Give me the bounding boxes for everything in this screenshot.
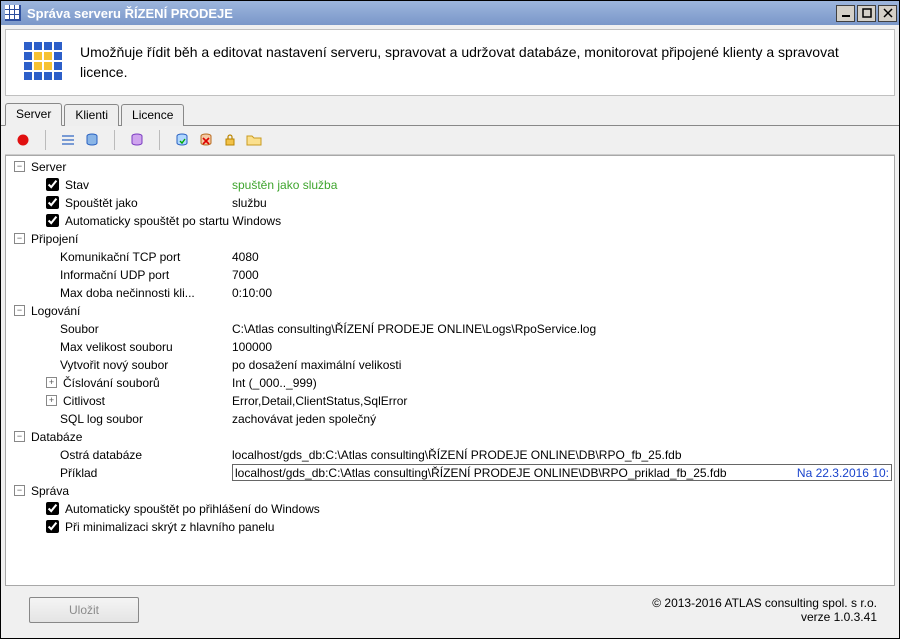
tab-klienti[interactable]: Klienti xyxy=(64,104,119,126)
prop-idle-time[interactable]: Max doba nečinnosti kli... 0:10:00 xyxy=(6,284,894,302)
collapse-icon[interactable]: − xyxy=(14,485,25,496)
collapse-icon[interactable]: − xyxy=(14,161,25,172)
group-sprava: − Správa xyxy=(6,482,894,500)
prop-soubor[interactable]: Soubor C:\Atlas consulting\ŘÍZENÍ PRODEJ… xyxy=(6,320,894,338)
titlebar: Správa serveru ŘÍZENÍ PRODEJE xyxy=(1,1,899,25)
property-grid: − Server Stav spuštěn jako služba Spoušt… xyxy=(5,155,895,586)
save-button[interactable]: Uložit xyxy=(29,597,139,623)
prop-priklad-db[interactable]: Příklad localhost/gds_db:C:\Atlas consul… xyxy=(6,464,894,482)
minimize-hide-checkbox[interactable] xyxy=(46,520,59,533)
prop-tcp-port[interactable]: Komunikační TCP port 4080 xyxy=(6,248,894,266)
collapse-icon[interactable]: − xyxy=(14,305,25,316)
version: verze 1.0.3.41 xyxy=(652,610,877,624)
prop-sql-log[interactable]: SQL log soubor zachovávat jeden společný xyxy=(6,410,894,428)
autostart-login-checkbox[interactable] xyxy=(46,502,59,515)
list-icon[interactable] xyxy=(58,130,78,150)
prop-stav[interactable]: Stav spuštěn jako služba xyxy=(6,176,894,194)
collapse-icon[interactable]: − xyxy=(14,431,25,442)
collapse-icon[interactable]: − xyxy=(14,233,25,244)
tab-bar: Server Klienti Licence xyxy=(1,102,899,126)
footer: Uložit © 2013-2016 ATLAS consulting spol… xyxy=(5,586,895,634)
copyright: © 2013-2016 ATLAS consulting spol. s r.o… xyxy=(652,596,877,610)
prop-citlivost[interactable]: + Citlivost Error,Detail,ClientStatus,Sq… xyxy=(6,392,894,410)
folder-icon[interactable] xyxy=(244,130,264,150)
group-logovani: − Logování xyxy=(6,302,894,320)
prop-minimize-hide[interactable]: Při minimalizaci skrýt z hlavního panelu xyxy=(6,518,894,536)
app-window: Správa serveru ŘÍZENÍ PRODEJE Umožňuje ř… xyxy=(0,0,900,639)
content-area: − Server Stav spuštěn jako služba Spoušt… xyxy=(5,126,895,634)
prop-ostra-db[interactable]: Ostrá databáze localhost/gds_db:C:\Atlas… xyxy=(6,446,894,464)
selected-value-cell[interactable]: localhost/gds_db:C:\Atlas consulting\ŘÍZ… xyxy=(232,464,892,481)
database-settings-icon[interactable] xyxy=(127,130,147,150)
stav-checkbox[interactable] xyxy=(46,178,59,191)
prop-autostart-login[interactable]: Automaticky spouštět po přihlášení do Wi… xyxy=(6,500,894,518)
database-backup-icon[interactable] xyxy=(172,130,192,150)
prop-novy-soubor[interactable]: Vytvořit nový soubor po dosažení maximál… xyxy=(6,356,894,374)
record-icon[interactable] xyxy=(13,130,33,150)
info-header: Umožňuje řídit běh a editovat nastavení … xyxy=(5,29,895,96)
group-pripojeni: − Připojení xyxy=(6,230,894,248)
toolbar xyxy=(5,126,895,155)
prop-max-velikost[interactable]: Max velikost souboru 100000 xyxy=(6,338,894,356)
database-lock-icon[interactable] xyxy=(220,130,240,150)
spoustet-checkbox[interactable] xyxy=(46,196,59,209)
tab-server[interactable]: Server xyxy=(5,103,62,126)
minimize-button[interactable] xyxy=(836,5,855,22)
prop-spoustet-jako[interactable]: Spouštět jako službu xyxy=(6,194,894,212)
database-icon[interactable] xyxy=(82,130,102,150)
database-delete-icon[interactable] xyxy=(196,130,216,150)
info-description: Umožňuje řídit běh a editovat nastavení … xyxy=(80,42,876,83)
prop-autostart[interactable]: Automaticky spouštět po startu Windows xyxy=(6,212,894,230)
prop-cislovani[interactable]: + Číslování souborů Int (_000.._999) xyxy=(6,374,894,392)
autostart-checkbox[interactable] xyxy=(46,214,59,227)
expand-icon[interactable]: + xyxy=(46,377,57,388)
close-button[interactable] xyxy=(878,5,897,22)
server-admin-icon xyxy=(24,42,62,80)
group-server: − Server xyxy=(6,158,894,176)
app-icon xyxy=(5,5,21,21)
tab-licence[interactable]: Licence xyxy=(121,104,184,126)
window-title: Správa serveru ŘÍZENÍ PRODEJE xyxy=(27,6,834,21)
maximize-button[interactable] xyxy=(857,5,876,22)
group-databaze: − Databáze xyxy=(6,428,894,446)
prop-udp-port[interactable]: Informační UDP port 7000 xyxy=(6,266,894,284)
expand-icon[interactable]: + xyxy=(46,395,57,406)
